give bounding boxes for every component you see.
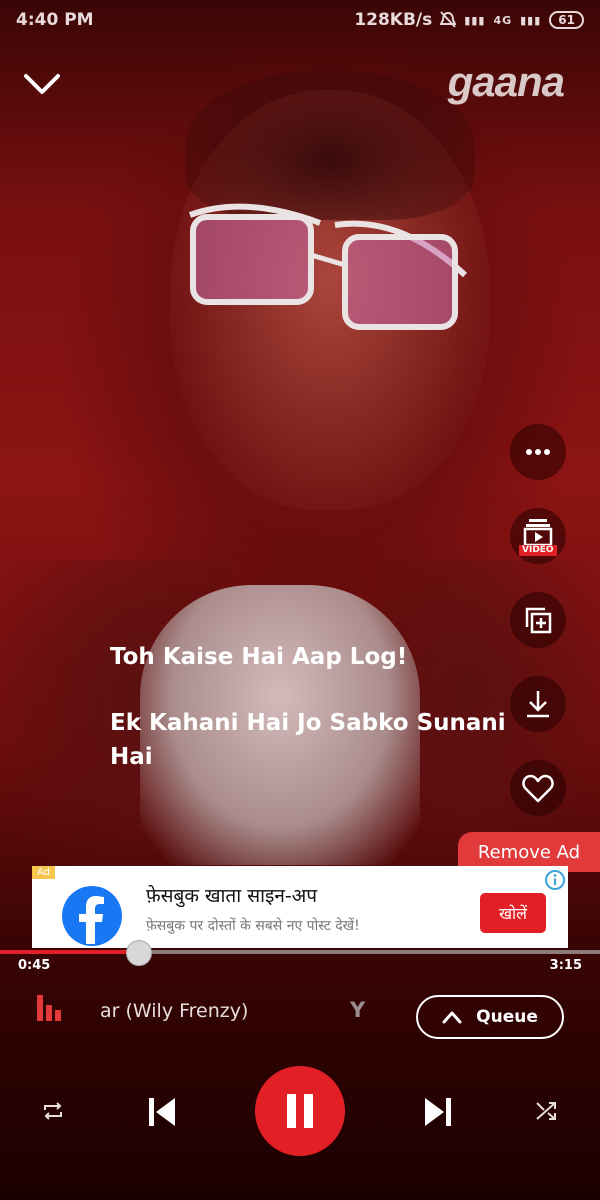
facebook-icon <box>62 886 122 946</box>
chevron-down-icon[interactable] <box>22 68 62 102</box>
more-icon <box>526 449 550 455</box>
previous-button[interactable] <box>142 1092 182 1132</box>
mute-icon <box>440 11 457 28</box>
shuffle-button[interactable] <box>532 1096 562 1126</box>
ad-title: फ़ेसबुक खाता साइन-अप <box>146 885 318 907</box>
gaana-logo: gaana <box>447 58 565 105</box>
ad-tag: Ad <box>32 866 56 879</box>
shuffle-icon <box>536 1102 556 1120</box>
more-button[interactable] <box>510 424 566 480</box>
track-title-marquee[interactable]: ar (Wily Frenzy) <box>100 1000 248 1022</box>
total-time: 3:15 <box>549 958 582 973</box>
artwork-glasses <box>188 203 468 330</box>
next-button[interactable] <box>418 1092 458 1132</box>
add-to-playlist-icon <box>525 607 552 634</box>
pause-button[interactable] <box>255 1066 345 1156</box>
info-icon[interactable] <box>544 869 566 891</box>
video-button[interactable]: VIDEO <box>510 508 566 564</box>
ad-open-button[interactable]: खोलें <box>480 893 546 933</box>
signal-icon: ▮▮▮ <box>464 13 486 27</box>
skip-next-icon <box>425 1098 451 1126</box>
favorite-button[interactable] <box>510 760 566 816</box>
heart-icon <box>522 774 554 803</box>
repeat-icon <box>44 1102 62 1120</box>
queue-button[interactable]: Queue <box>416 995 564 1039</box>
equalizer-icon[interactable] <box>36 992 66 1022</box>
skip-previous-icon <box>149 1098 175 1126</box>
pause-icon <box>287 1094 313 1128</box>
chevron-up-icon <box>442 1011 462 1024</box>
download-icon <box>527 691 549 718</box>
status-bar: 4:40 PM 128KB/s ▮▮▮ 4G ▮▮▮ 61 <box>0 0 600 42</box>
lyric-line-current: Toh Kaise Hai Aap Log! <box>110 644 408 670</box>
next-track-title: Y <box>350 998 366 1022</box>
battery-icon: 61 <box>549 11 584 29</box>
seek-bar-fill <box>0 950 139 954</box>
signal-icon-2: ▮▮▮ <box>520 13 542 27</box>
download-button[interactable] <box>510 676 566 732</box>
add-to-playlist-button[interactable] <box>510 592 566 648</box>
video-badge: VIDEO <box>519 545 557 556</box>
lyric-line-next: Ek Kahani Hai Jo Sabko Sunani <box>110 710 506 736</box>
network-speed: 128KB/s <box>354 10 433 30</box>
repeat-button[interactable] <box>36 1096 70 1126</box>
lyric-line-next-cont: Hai <box>110 744 153 770</box>
video-icon <box>523 519 553 547</box>
ad-subtitle: फ़ेसबुक पर दोस्तों के सबसे नए पोस्ट देखे… <box>146 918 360 934</box>
network-type: 4G <box>493 13 513 27</box>
status-right: 128KB/s ▮▮▮ 4G ▮▮▮ 61 <box>354 10 584 30</box>
current-time: 0:45 <box>18 958 51 973</box>
status-time: 4:40 PM <box>16 10 94 30</box>
ad-banner[interactable]: Ad फ़ेसबुक खाता साइन-अप फ़ेसबुक पर दोस्त… <box>32 866 568 948</box>
queue-label: Queue <box>476 1007 538 1027</box>
seek-bar[interactable] <box>0 940 600 966</box>
